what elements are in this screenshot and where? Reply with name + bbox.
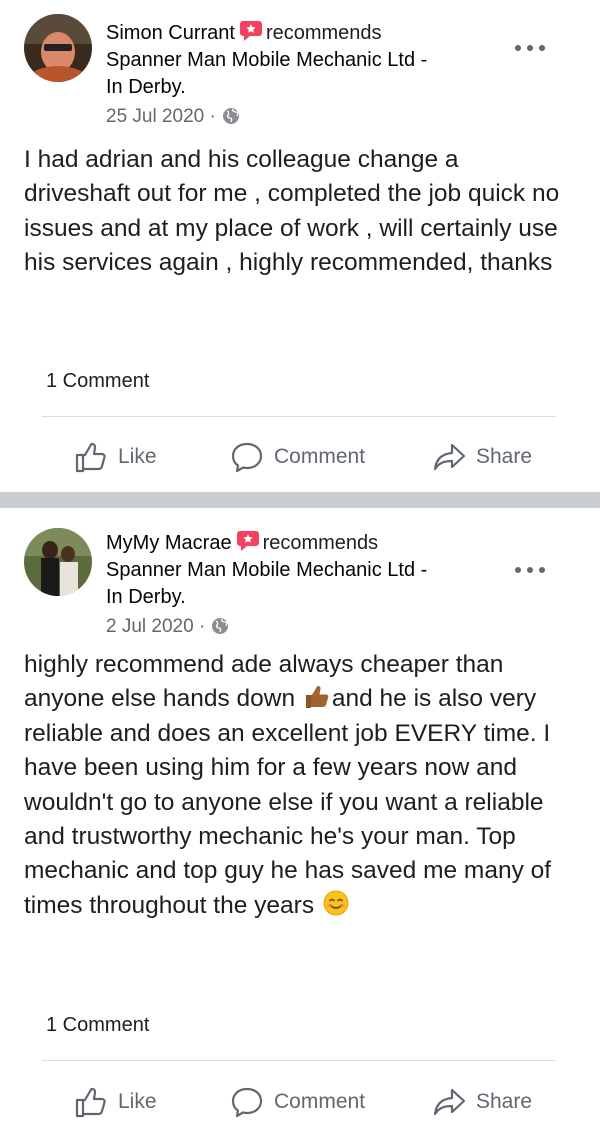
post-text: highly recommend ade always cheaper than… — [24, 651, 552, 919]
like-label: Like — [118, 1090, 157, 1113]
post-text: I had adrian and his colleague change a … — [24, 146, 560, 277]
share-button[interactable]: Share — [432, 1085, 532, 1119]
author-name[interactable]: MyMy Macrae — [106, 532, 232, 554]
share-button[interactable]: Share — [432, 440, 532, 474]
comment-label: Comment — [274, 1090, 366, 1113]
like-button[interactable]: Like — [74, 440, 157, 474]
recommend-icon — [239, 20, 263, 42]
comment-button[interactable]: Comment — [230, 1085, 365, 1119]
author-name[interactable]: Simon Currant — [106, 22, 235, 44]
share-label: Share — [476, 1090, 533, 1113]
comment-button[interactable]: Comment — [230, 440, 365, 474]
more-options-icon[interactable] — [514, 564, 546, 576]
divider — [42, 416, 556, 417]
globe-icon — [211, 616, 229, 634]
like-icon — [75, 442, 106, 473]
post-meta: 2 Jul 2020 · — [106, 613, 520, 640]
comment-label: Comment — [274, 445, 366, 468]
recommend-icon — [236, 530, 260, 552]
post-date[interactable]: 25 Jul 2020 — [106, 106, 204, 127]
page-name-link[interactable]: Spanner Man Mobile Mechanic Ltd - In Derb… — [106, 557, 520, 611]
recommends-label: recommends — [262, 532, 379, 554]
comment-icon — [231, 1087, 263, 1118]
comment-count[interactable]: 1 Comment — [46, 1014, 149, 1037]
share-icon — [433, 1088, 466, 1116]
author-avatar[interactable] — [24, 14, 92, 82]
like-icon — [75, 1087, 106, 1118]
smiling-face-emoji — [321, 889, 351, 917]
author-avatar[interactable] — [24, 528, 92, 596]
recommends-label: recommends — [265, 22, 382, 44]
like-button[interactable]: Like — [74, 1085, 157, 1119]
comment-count[interactable]: 1 Comment — [46, 370, 149, 393]
thumbs-up-emoji — [302, 682, 332, 710]
post-date[interactable]: 2 Jul 2020 — [106, 616, 194, 637]
post-separator — [0, 492, 600, 508]
action-bar: Like Comment Share — [0, 432, 600, 482]
post-meta: 25 Jul 2020 · — [106, 103, 520, 130]
like-label: Like — [118, 445, 157, 468]
share-icon — [433, 443, 466, 471]
divider — [42, 1060, 556, 1061]
post-header: MyMy Macrae recommends Spanner Man Mobile… — [106, 530, 520, 640]
post-header: Simon Currant recommends Spanner Man Mobi… — [106, 20, 520, 130]
action-bar: Like Comment Share — [0, 1077, 600, 1127]
globe-icon — [222, 106, 240, 124]
more-options-icon[interactable] — [514, 42, 546, 54]
post-card: Simon Currant recommends Spanner Man Mobi… — [0, 0, 600, 492]
comment-icon — [231, 442, 263, 473]
page-name-link[interactable]: Spanner Man Mobile Mechanic Ltd - In Derb… — [106, 47, 520, 101]
share-label: Share — [476, 445, 533, 468]
post-card: MyMy Macrae recommends Spanner Man Mobile… — [0, 508, 600, 1142]
